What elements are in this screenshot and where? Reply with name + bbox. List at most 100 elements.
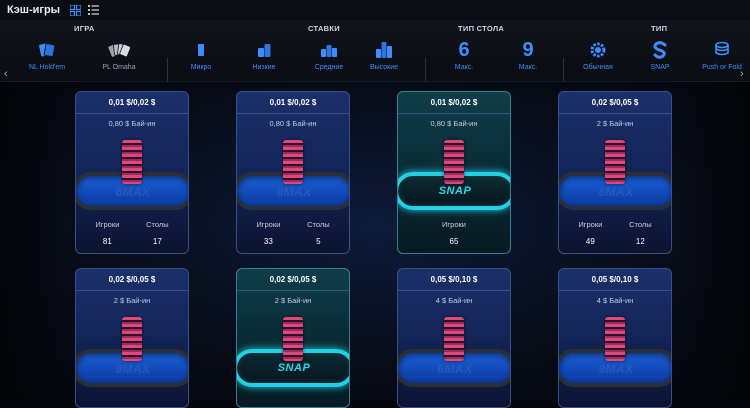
table-graphic: SNAP xyxy=(237,309,349,389)
table-graphic: 9MAX xyxy=(237,132,349,212)
chip-stack-icon xyxy=(283,140,303,184)
filter-label: PL Omaha xyxy=(102,64,136,71)
coins-stack-icon xyxy=(714,38,730,62)
chip-stack-3-icon xyxy=(320,38,338,62)
chip-stack-icon xyxy=(122,317,142,361)
filter-nl-holdem[interactable]: NL Hold'em xyxy=(17,38,77,78)
gear-ring-icon xyxy=(590,38,606,62)
chip-stack-icon xyxy=(605,140,625,184)
players-count: 49 xyxy=(585,237,595,246)
table-graphic: 9MAX xyxy=(76,309,188,389)
tables-count: 17 xyxy=(152,237,162,246)
filter-label: Микро xyxy=(190,64,212,71)
filter-9-max[interactable]: 9 Макс. xyxy=(498,38,558,78)
filter-label: NL Hold'em xyxy=(28,64,66,71)
filter-label: SNAP xyxy=(650,64,670,71)
stakes-label: 0,02 $/0,05 $ xyxy=(76,269,188,291)
snap-s-icon xyxy=(652,38,668,62)
filter-low[interactable]: Низкие xyxy=(234,38,294,78)
filter-label: Низкие xyxy=(252,64,276,71)
filter-6-max[interactable]: 6 Макс. xyxy=(434,38,494,78)
table-stats: Игроки 49 Столы 12 xyxy=(559,212,671,246)
players-label: Игроки xyxy=(442,220,466,229)
filter-snap[interactable]: SNAP xyxy=(630,38,690,78)
table-card[interactable]: 0,01 $/0,02 $ 0,80 $ Бай-ин 9MAX Игроки 3… xyxy=(236,91,350,254)
stakes-label: 0,02 $/0,05 $ xyxy=(237,269,349,291)
filter-micro[interactable]: Микро xyxy=(171,38,231,78)
table-graphic: 9MAX xyxy=(559,309,671,389)
table-logo: 6MAX xyxy=(437,362,473,376)
table-graphic: 6MAX xyxy=(76,132,188,212)
table-card[interactable]: 0,01 $/0,02 $ 0,80 $ Бай-ин 6MAX Игроки 8… xyxy=(75,91,189,254)
chip-stack-1-icon xyxy=(194,38,208,62)
table-graphic: 6MAX xyxy=(559,132,671,212)
table-card[interactable]: 0,05 $/0,10 $ 4 $ Бай-ин 6MAX xyxy=(397,268,511,408)
chip-stack-4-icon xyxy=(375,38,393,62)
divider xyxy=(167,58,168,84)
filter-label: Макс. xyxy=(518,64,538,71)
buyin-label: 0,80 $ Бай-ин xyxy=(108,118,156,128)
table-logo: 9MAX xyxy=(276,185,312,199)
chip-stack-icon xyxy=(122,140,142,184)
grid-view-icon[interactable] xyxy=(69,4,81,16)
table-stats: Игроки 33 Столы 5 xyxy=(237,212,349,246)
filter-label: Обычная xyxy=(583,64,613,71)
divider xyxy=(563,58,564,84)
cards-icon xyxy=(38,38,56,62)
six-max-number: 6 xyxy=(458,38,470,61)
filter-bar: ИГРА СТАВКИ ТИП СТОЛА ТИП ‹ › NL Hold'em… xyxy=(0,20,750,84)
group-title-game: ИГРА xyxy=(74,24,95,33)
table-card[interactable]: 0,05 $/0,10 $ 4 $ Бай-ин 9MAX xyxy=(558,268,672,408)
buyin-label: 4 $ Бай-ин xyxy=(596,295,634,305)
table-logo: 6MAX xyxy=(115,185,151,199)
filter-label: Push or Fold xyxy=(702,64,742,71)
stakes-label: 0,05 $/0,10 $ xyxy=(559,269,671,291)
players-count: 81 xyxy=(102,237,112,246)
stakes-label: 0,01 $/0,02 $ xyxy=(398,92,510,114)
table-graphic: SNAP xyxy=(398,132,510,212)
scroll-left-icon[interactable]: ‹ xyxy=(4,68,8,80)
page-title: Кэш-игры xyxy=(7,4,61,16)
list-view-icon[interactable] xyxy=(87,4,99,16)
stakes-label: 0,02 $/0,05 $ xyxy=(559,92,671,114)
table-card-snap[interactable]: 0,01 $/0,02 $ 0,80 $ Бай-ин SNAP Игроки 6… xyxy=(397,91,511,254)
table-logo: 9MAX xyxy=(115,362,151,376)
tables-label: Столы xyxy=(629,220,652,229)
filter-label: Макс. xyxy=(454,64,474,71)
table-grid: 0,01 $/0,02 $ 0,80 $ Бай-ин 6MAX Игроки 8… xyxy=(0,82,750,408)
filter-push-or-fold[interactable]: Push or Fold xyxy=(692,38,750,78)
table-card[interactable]: 0,02 $/0,05 $ 2 $ Бай-ин 9MAX xyxy=(75,268,189,408)
edge-fade-right xyxy=(688,82,750,401)
filter-pl-omaha[interactable]: PL Omaha xyxy=(89,38,149,78)
stakes-label: 0,01 $/0,02 $ xyxy=(237,92,349,114)
filter-high[interactable]: Высокие xyxy=(354,38,414,78)
players-count: 65 xyxy=(449,237,459,246)
table-logo: 9MAX xyxy=(598,362,634,376)
players-label: Игроки xyxy=(256,220,281,229)
group-title-table-type: ТИП СТОЛА xyxy=(458,24,505,33)
buyin-label: 4 $ Бай-ин xyxy=(435,295,473,305)
chip-stack-icon xyxy=(283,317,303,361)
players-label: Игроки xyxy=(95,220,120,229)
filter-regular[interactable]: Обычная xyxy=(568,38,628,78)
tables-count: 5 xyxy=(316,237,321,246)
table-card-snap[interactable]: 0,02 $/0,05 $ 2 $ Бай-ин SNAP xyxy=(236,268,350,408)
table-graphic: 6MAX xyxy=(398,309,510,389)
divider xyxy=(425,58,426,84)
edge-fade-left xyxy=(0,82,62,401)
filter-label: Средние xyxy=(314,64,344,71)
nine-max-number: 9 xyxy=(522,38,534,61)
table-logo: SNAP xyxy=(438,185,472,197)
group-title-type: ТИП xyxy=(651,24,668,33)
cards-fan-icon xyxy=(108,38,130,62)
chip-stack-icon xyxy=(444,317,464,361)
stakes-label: 0,05 $/0,10 $ xyxy=(398,269,510,291)
tables-count: 12 xyxy=(635,237,645,246)
table-card[interactable]: 0,02 $/0,05 $ 2 $ Бай-ин 6MAX Игроки 49 С… xyxy=(558,91,672,254)
title-bar: Кэш-игры xyxy=(0,0,750,20)
group-title-stakes: СТАВКИ xyxy=(308,24,340,33)
table-logo: SNAP xyxy=(277,362,311,374)
filter-label: Высокие xyxy=(369,64,399,71)
filter-mid[interactable]: Средние xyxy=(299,38,359,78)
buyin-label: 2 $ Бай-ин xyxy=(113,295,151,305)
